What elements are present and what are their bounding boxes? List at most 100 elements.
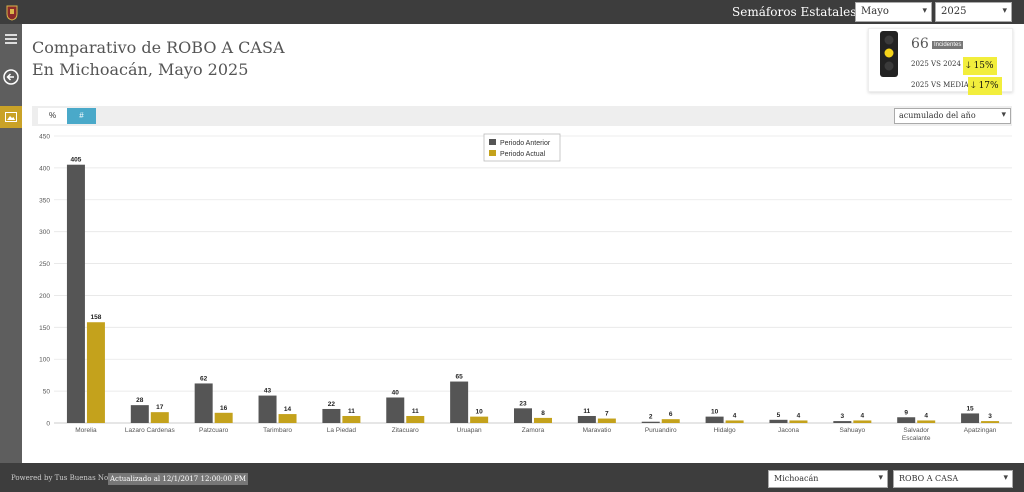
data-label: 65 [456, 374, 464, 381]
semaforos-menu[interactable]: Semáforos Estatales▼ [732, 5, 866, 19]
bar-anterior [386, 397, 405, 423]
bar-anterior [769, 419, 788, 423]
legend-label-actual: Periodo Actual [500, 151, 546, 158]
bar-actual [597, 418, 616, 423]
bar-actual [853, 420, 872, 423]
x-tick-label: Tarimbaro [263, 427, 292, 434]
bar-actual [917, 420, 936, 423]
vs-media-value: 17% [978, 81, 999, 91]
title-line-1: Comparativo de ROBO A CASA [32, 38, 285, 57]
data-label: 8 [541, 410, 545, 417]
image-icon [5, 112, 17, 122]
tab-count[interactable]: # [67, 108, 96, 124]
chart-toolbar: % # acumulado del año ▾ [32, 106, 1012, 126]
year-select[interactable]: 2025 ▾ [935, 2, 1012, 22]
bar-actual [725, 420, 744, 423]
legend-swatch-actual [489, 150, 496, 156]
y-tick-label: 150 [39, 325, 50, 332]
vs-media-badge: 🡓 17% [968, 77, 1002, 95]
x-tick-label: Hidalgo [714, 427, 736, 434]
state-select-value: Michoacán [774, 474, 819, 483]
state-select[interactable]: Michoacán ▾ [768, 470, 888, 488]
x-tick-label: Jacona [778, 427, 799, 434]
x-tick-label: Apatzingan [964, 427, 997, 434]
state-seal-icon [6, 5, 18, 21]
hamburger-icon [5, 34, 17, 44]
x-tick-label: Maravatio [583, 427, 612, 434]
data-label: 11 [412, 408, 419, 415]
chevron-down-icon: ▾ [922, 6, 927, 16]
hamburger-menu-button[interactable] [0, 28, 22, 50]
bar-anterior [66, 164, 85, 423]
chevron-down-icon: ▾ [1001, 110, 1006, 120]
bar-actual [150, 412, 169, 423]
footer-bar: Powered by Tus Buenas Noticias Actualiza… [0, 463, 1024, 492]
bar-anterior [130, 405, 149, 423]
y-tick-label: 300 [39, 229, 50, 236]
bar-actual [789, 420, 808, 423]
tab-percent[interactable]: % [38, 108, 67, 124]
data-label: 6 [669, 411, 673, 418]
crime-select-value: ROBO A CASA [899, 474, 959, 483]
back-arrow-icon [3, 69, 19, 85]
updated-timestamp: Actualizado al 12/1/2017 12:00:00 PM [108, 473, 249, 485]
vs-media-label: 2025 VS MEDIA [911, 81, 969, 89]
y-tick-label: 400 [39, 165, 50, 172]
data-label: 22 [328, 401, 336, 408]
bar-anterior [577, 415, 596, 423]
chevron-down-icon: ▾ [1003, 473, 1008, 483]
bar-anterior [258, 395, 277, 423]
period-select[interactable]: acumulado del año ▾ [894, 108, 1011, 124]
back-button[interactable] [0, 66, 22, 88]
bar-actual [470, 416, 489, 423]
month-select[interactable]: Mayo ▾ [855, 2, 932, 22]
data-label: 3 [988, 413, 992, 420]
data-label: 7 [605, 411, 609, 418]
bar-actual [406, 415, 425, 423]
x-tick-label: Uruapan [457, 427, 482, 434]
bar-anterior [833, 421, 852, 423]
chevron-down-icon: ▾ [1002, 6, 1007, 16]
y-tick-label: 250 [39, 261, 50, 268]
data-label: 10 [476, 409, 484, 416]
data-label: 23 [519, 400, 527, 407]
bar-actual [661, 419, 680, 423]
bar-anterior [641, 421, 660, 423]
data-label: 62 [200, 375, 208, 382]
page-title: Comparativo de ROBO A CASA En Michoacán,… [32, 37, 285, 81]
x-tick-label: Zamora [522, 427, 545, 434]
incident-count-label: Incidentes [932, 41, 964, 49]
data-label: 40 [392, 389, 400, 396]
bar-actual [278, 414, 297, 423]
data-label: 16 [220, 405, 228, 412]
x-tick-label: La Piedad [327, 427, 357, 434]
data-label: 4 [924, 412, 928, 419]
bar-anterior [450, 381, 469, 423]
traffic-light-icon [880, 31, 898, 77]
bar-anterior [514, 408, 532, 423]
image-view-button[interactable] [0, 106, 22, 128]
y-tick-label: 50 [43, 389, 51, 396]
bar-actual [86, 322, 105, 423]
bar-actual [534, 417, 552, 423]
semaforos-menu-label: Semáforos Estatales [732, 5, 857, 19]
bar-anterior [897, 417, 916, 423]
arrow-down-icon: 🡓 [966, 61, 971, 71]
bar-actual [214, 412, 233, 423]
data-label: 9 [904, 409, 908, 416]
chart-legend: Periodo Anterior Periodo Actual [483, 133, 561, 162]
y-tick-label: 100 [39, 357, 50, 364]
data-label: 11 [583, 408, 590, 415]
data-label: 405 [71, 157, 82, 164]
x-tick-label: Morelia [75, 427, 97, 434]
bar-actual [342, 415, 361, 423]
crime-select[interactable]: ROBO A CASA ▾ [893, 470, 1013, 488]
vs-previous-value: 15% [973, 61, 994, 71]
data-label: 10 [711, 409, 719, 416]
data-label: 3 [841, 413, 845, 420]
data-label: 11 [348, 408, 355, 415]
month-select-value: Mayo [861, 6, 889, 17]
data-label: 4 [861, 412, 865, 419]
bar-actual [981, 421, 1000, 423]
y-tick-label: 350 [39, 197, 50, 204]
